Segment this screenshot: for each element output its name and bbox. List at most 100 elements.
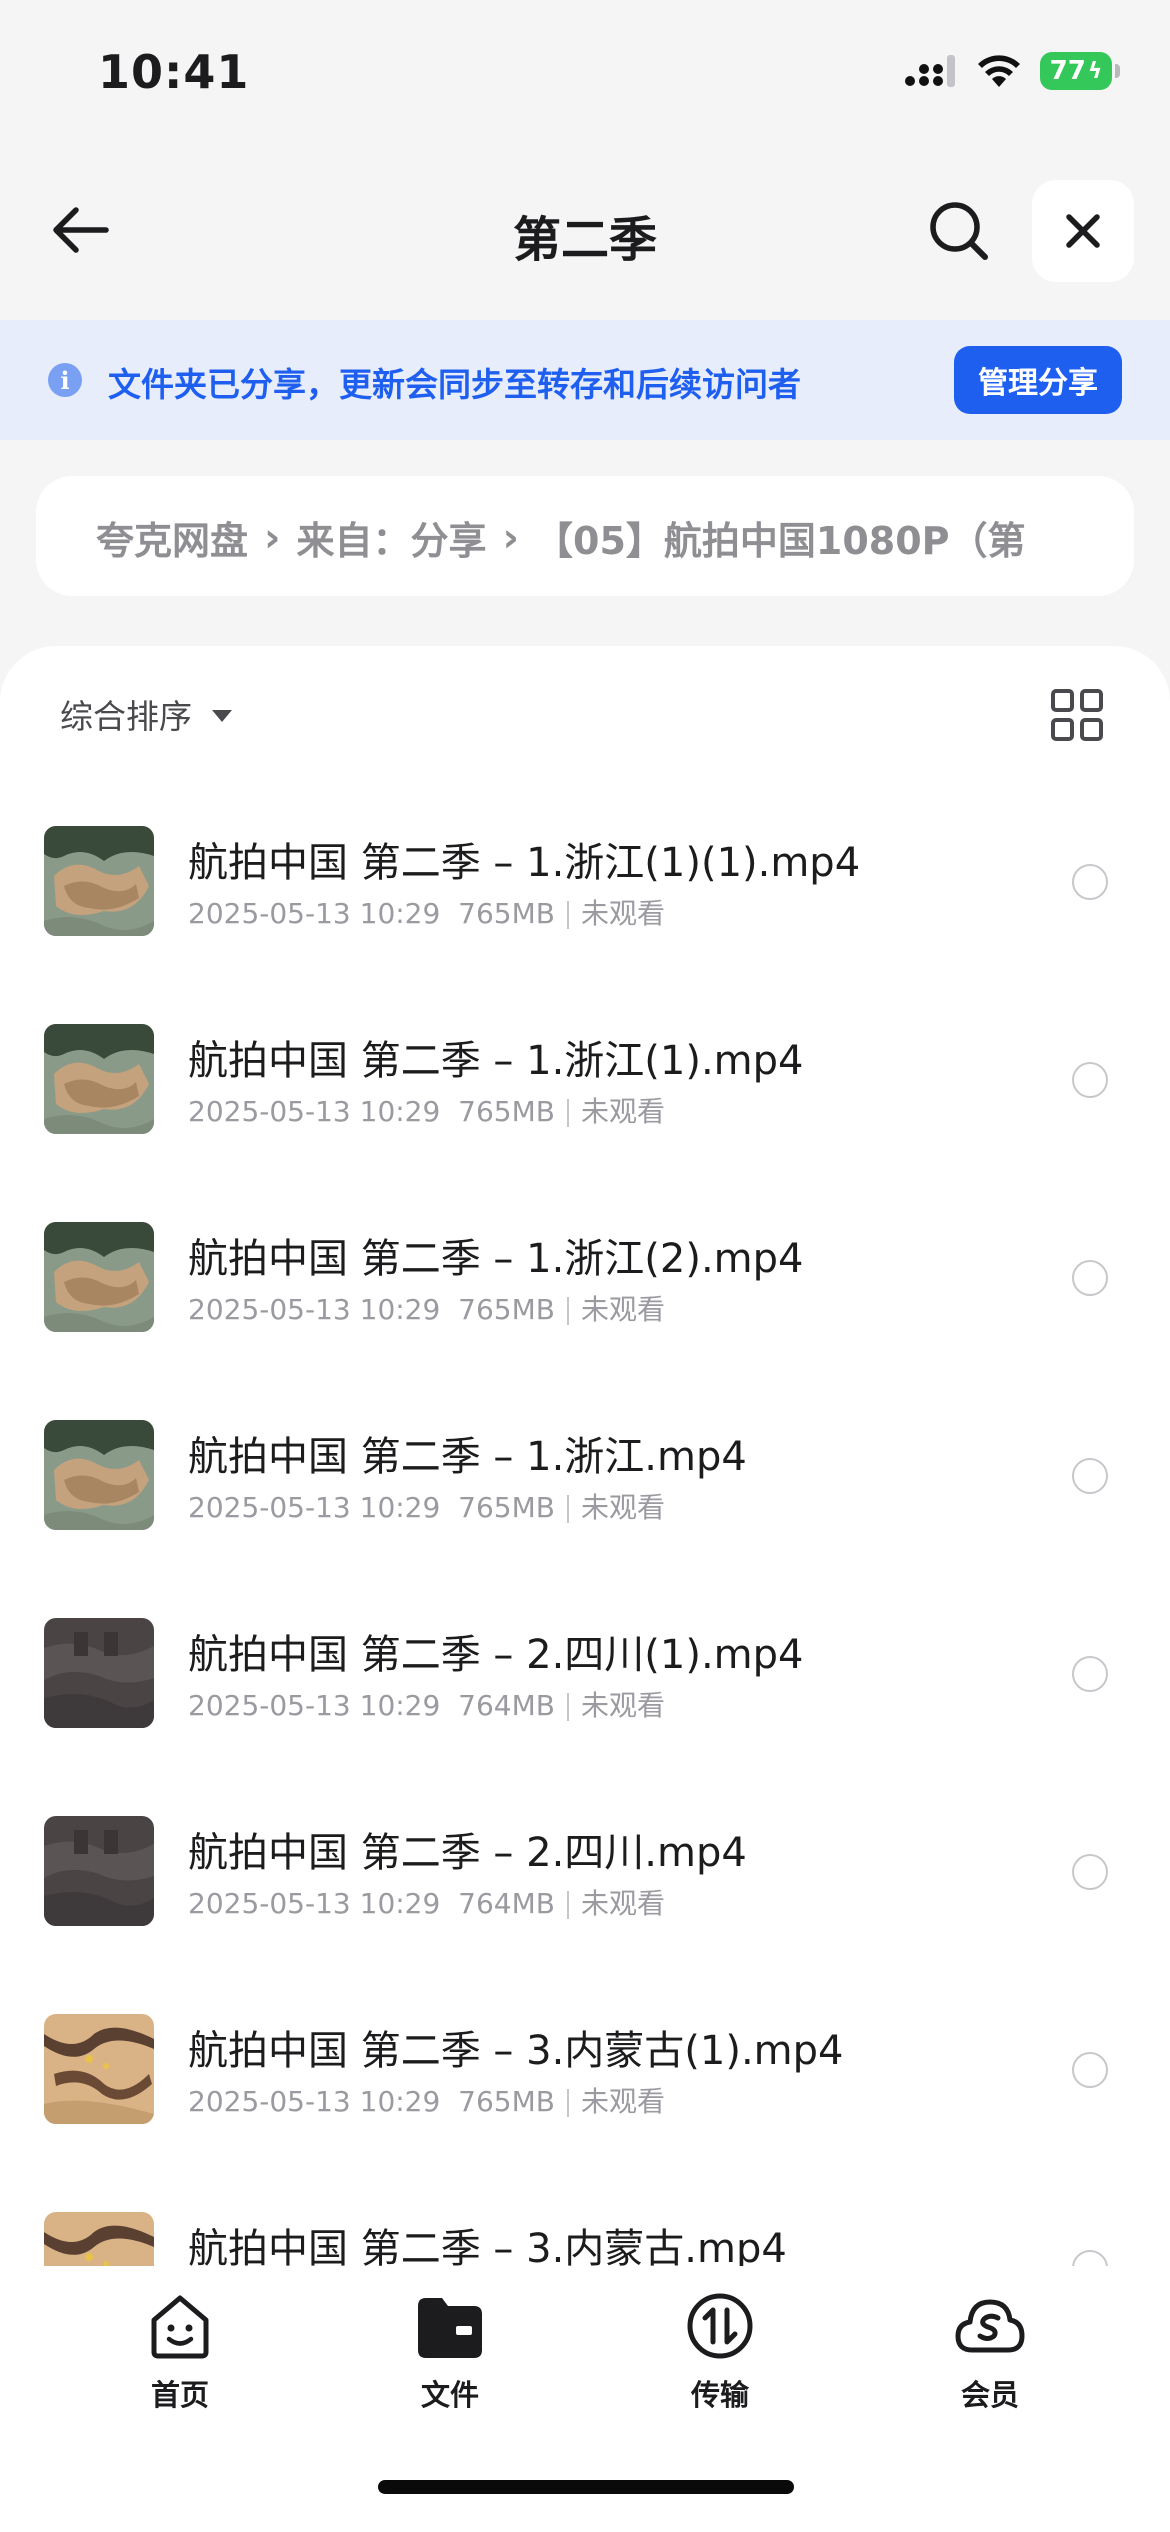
video-thumbnail — [44, 2212, 154, 2266]
file-row[interactable]: 航拍中国 第二季 – 2.四川.mp4 2025-05-13 10:29 764M… — [0, 1776, 1170, 1974]
status-time: 10:41 — [98, 45, 250, 99]
file-size: 765MB — [458, 1095, 555, 1128]
watch-status: 未观看 — [580, 2085, 665, 2118]
breadcrumb-item-folder[interactable]: 【05】航拍中国1080P（第 — [535, 510, 1026, 565]
file-row[interactable]: 航拍中国 第二季 – 1.浙江(1)(1).mp4 2025-05-13 10:2… — [0, 786, 1170, 984]
file-meta: 2025-05-13 10:29 765MB 未观看 — [188, 1486, 665, 1526]
watch-status: 未观看 — [580, 897, 665, 930]
nav-bar: 第二季 — [0, 170, 1170, 290]
watch-status: 未观看 — [580, 1293, 665, 1326]
manage-share-button[interactable]: 管理分享 — [954, 346, 1122, 414]
select-radio[interactable] — [1072, 1062, 1108, 1098]
file-date: 2025-05-13 10:29 — [188, 1491, 441, 1524]
file-row[interactable]: 航拍中国 第二季 – 1.浙江(2).mp4 2025-05-13 10:29 7… — [0, 1182, 1170, 1380]
search-icon — [930, 202, 988, 260]
tab-transfer[interactable]: 传输 — [640, 2290, 800, 2414]
share-notice-text: 文件夹已分享，更新会同步至转存和后续访问者 — [108, 365, 801, 404]
file-meta: 2025-05-13 10:29 764MB 未观看 — [188, 1684, 665, 1724]
file-date: 2025-05-13 10:29 — [188, 1887, 441, 1920]
select-radio[interactable] — [1072, 1854, 1108, 1890]
file-date: 2025-05-13 10:29 — [188, 897, 441, 930]
caret-down-icon — [212, 710, 232, 722]
folder-icon — [418, 2298, 482, 2358]
file-name: 航拍中国 第二季 – 3.内蒙古.mp4 — [188, 2226, 787, 2266]
file-date: 2025-05-13 10:29 — [188, 2085, 441, 2118]
select-radio[interactable] — [1072, 2052, 1108, 2088]
battery-level: 77 — [1049, 56, 1086, 86]
status-bar: 10:41 77 ϟ — [0, 0, 1170, 150]
file-name: 航拍中国 第二季 – 2.四川(1).mp4 — [188, 1632, 804, 1678]
file-list: 航拍中国 第二季 – 1.浙江(1)(1).mp4 2025-05-13 10:2… — [0, 786, 1170, 2266]
tab-member[interactable]: 会员 — [910, 2290, 1070, 2414]
home-face-icon — [151, 2295, 209, 2359]
file-name: 航拍中国 第二季 – 1.浙江.mp4 — [188, 1434, 747, 1480]
grid-view-icon[interactable] — [1050, 688, 1104, 742]
status-icons: 77 ϟ — [904, 52, 1120, 90]
share-banner: i 文件夹已分享，更新会同步至转存和后续访问者 管理分享 — [0, 320, 1170, 440]
video-thumbnail — [44, 1024, 154, 1134]
file-date: 2025-05-13 10:29 — [188, 1293, 441, 1326]
tab-label: 会员 — [960, 2378, 1019, 2412]
page-title: 第二季 — [512, 212, 657, 268]
close-icon — [1066, 214, 1100, 248]
tab-home[interactable]: 首页 — [100, 2290, 260, 2414]
file-size: 765MB — [458, 1491, 555, 1524]
wifi-icon — [978, 55, 1020, 87]
file-name: 航拍中国 第二季 – 3.内蒙古(1).mp4 — [188, 2028, 844, 2074]
chevron-right-icon: › — [264, 514, 281, 561]
close-button[interactable] — [1032, 180, 1134, 282]
file-size: 764MB — [458, 1887, 555, 1920]
video-thumbnail — [44, 826, 154, 936]
tab-label: 文件 — [420, 2378, 479, 2412]
watch-status: 未观看 — [580, 1887, 665, 1920]
meta-divider — [566, 901, 569, 929]
meta-divider — [566, 1297, 569, 1325]
file-meta: 2025-05-13 10:29 765MB 未观看 — [188, 2080, 665, 2120]
search-button[interactable] — [924, 196, 994, 266]
chevron-right-icon: › — [502, 514, 519, 561]
file-name: 航拍中国 第二季 – 1.浙江(1)(1).mp4 — [188, 840, 861, 886]
breadcrumb: 夸克网盘 › 来自：分享 › 【05】航拍中国1080P（第 — [36, 476, 1134, 596]
cloud-member-icon — [955, 2299, 1025, 2353]
select-radio[interactable] — [1072, 1260, 1108, 1296]
select-radio[interactable] — [1072, 864, 1108, 900]
transfer-icon — [687, 2293, 753, 2359]
file-row[interactable]: 航拍中国 第二季 – 3.内蒙古.mp4 — [0, 2172, 1170, 2266]
file-meta: 2025-05-13 10:29 764MB 未观看 — [188, 1882, 665, 1922]
select-radio[interactable] — [1072, 2250, 1108, 2266]
video-thumbnail — [44, 1618, 154, 1728]
tab-files[interactable]: 文件 — [370, 2290, 530, 2414]
file-size: 765MB — [458, 897, 555, 930]
file-name: 航拍中国 第二季 – 2.四川.mp4 — [188, 1830, 747, 1876]
file-meta: 2025-05-13 10:29 765MB 未观看 — [188, 1288, 665, 1328]
file-meta: 2025-05-13 10:29 765MB 未观看 — [188, 1090, 665, 1130]
select-radio[interactable] — [1072, 1656, 1108, 1692]
file-size: 765MB — [458, 1293, 555, 1326]
video-thumbnail — [44, 2014, 154, 2124]
breadcrumb-item-share[interactable]: 来自：分享 — [297, 510, 487, 565]
sort-label: 综合排序 — [60, 697, 192, 736]
meta-divider — [566, 2089, 569, 2117]
file-date: 2025-05-13 10:29 — [188, 1689, 441, 1722]
file-row[interactable]: 航拍中国 第二季 – 2.四川(1).mp4 2025-05-13 10:29 7… — [0, 1578, 1170, 1776]
video-thumbnail — [44, 1816, 154, 1926]
file-row[interactable]: 航拍中国 第二季 – 1.浙江.mp4 2025-05-13 10:29 765M… — [0, 1380, 1170, 1578]
meta-divider — [566, 1495, 569, 1523]
file-name: 航拍中国 第二季 – 1.浙江(2).mp4 — [188, 1236, 804, 1282]
breadcrumb-path: 夸克网盘 › 来自：分享 › 【05】航拍中国1080P（第 — [96, 510, 1106, 565]
meta-divider — [566, 1891, 569, 1919]
meta-divider — [566, 1099, 569, 1127]
video-thumbnail — [44, 1222, 154, 1332]
breadcrumb-item-root[interactable]: 夸克网盘 — [96, 510, 248, 565]
info-icon: i — [48, 363, 82, 397]
file-size: 764MB — [458, 1689, 555, 1722]
file-size: 765MB — [458, 2085, 555, 2118]
sort-dropdown[interactable]: 综合排序 — [60, 690, 232, 738]
file-row[interactable]: 航拍中国 第二季 – 1.浙江(1).mp4 2025-05-13 10:29 7… — [0, 984, 1170, 1182]
file-sheet: 综合排序 航拍中国 第二季 – 1.浙江(1)(1).mp4 2025-05-13… — [0, 646, 1170, 2266]
file-row[interactable]: 航拍中国 第二季 – 3.内蒙古(1).mp4 2025-05-13 10:29 … — [0, 1974, 1170, 2172]
meta-divider — [566, 1693, 569, 1721]
watch-status: 未观看 — [580, 1095, 665, 1128]
home-indicator — [378, 2480, 794, 2494]
select-radio[interactable] — [1072, 1458, 1108, 1494]
